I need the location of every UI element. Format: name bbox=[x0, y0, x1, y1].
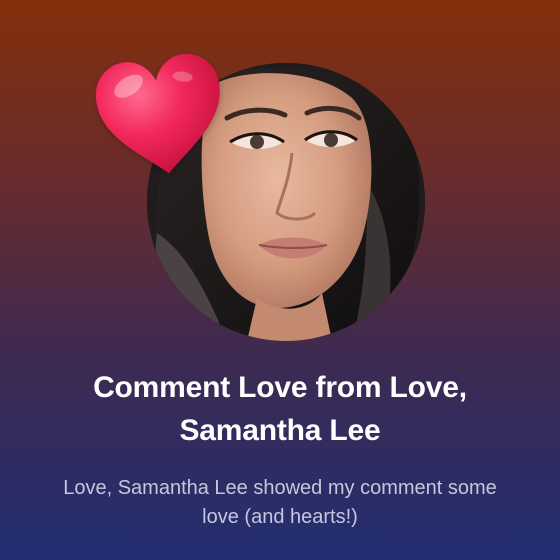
notification-card: Comment Love from Love, Samantha Lee Lov… bbox=[0, 0, 560, 560]
heart-icon bbox=[85, 43, 237, 189]
notification-message: Love, Samantha Lee showed my comment som… bbox=[63, 477, 497, 528]
notification-title: Comment Love from Love, Samantha Lee bbox=[93, 371, 467, 447]
